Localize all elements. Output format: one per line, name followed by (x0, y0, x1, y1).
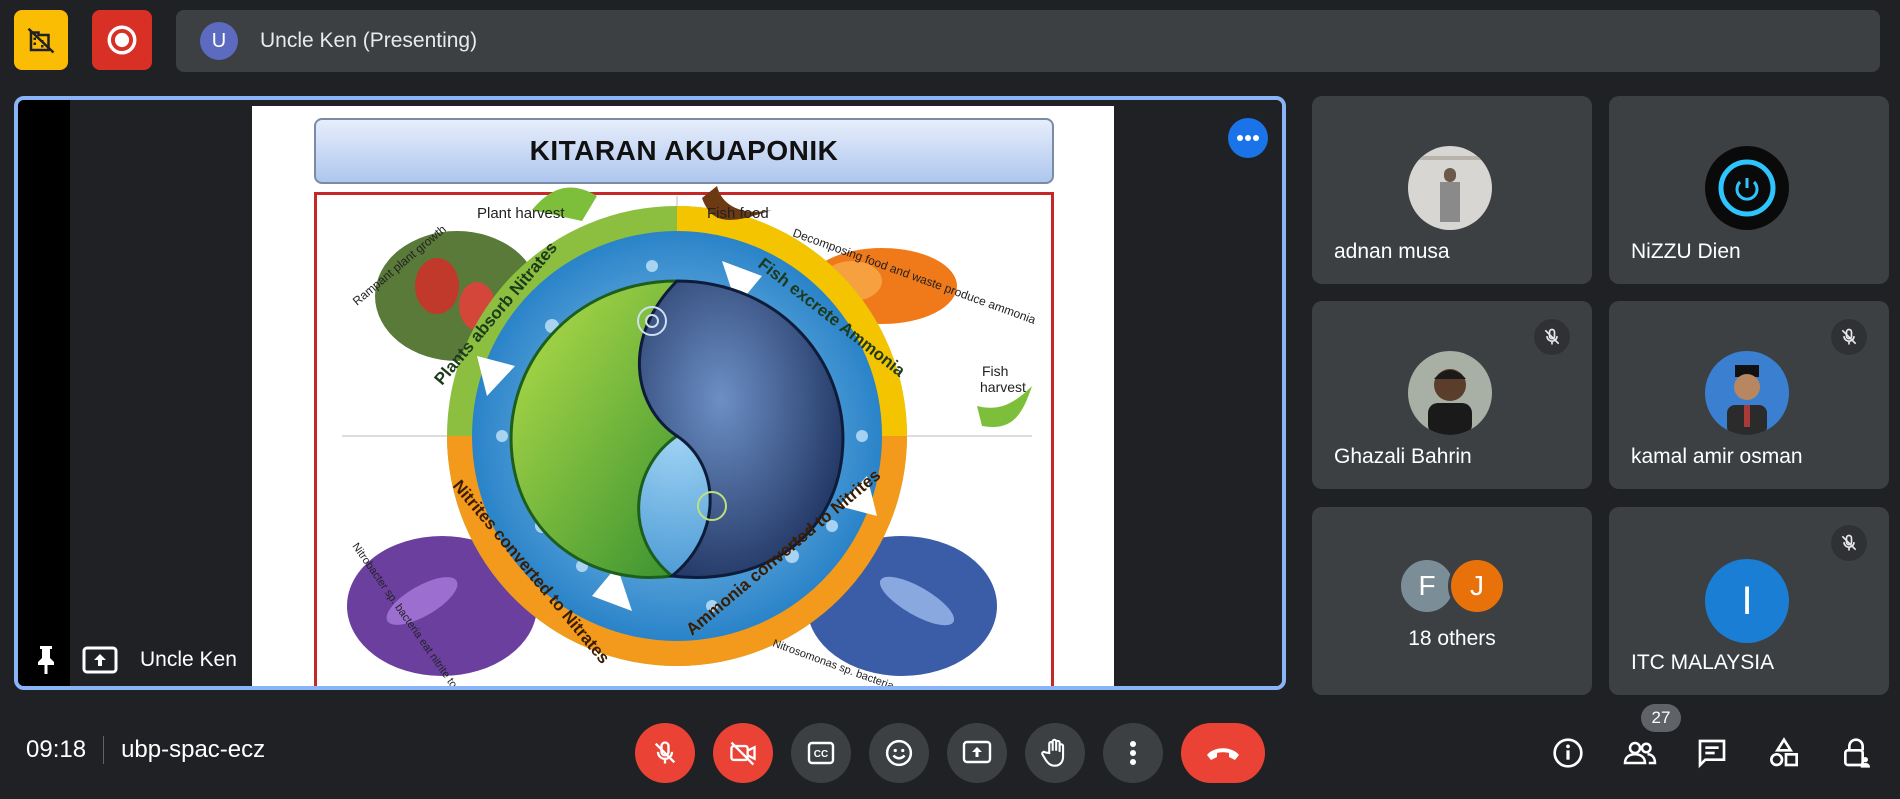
others-count-label: 18 others (1408, 627, 1496, 650)
avatar (1408, 146, 1492, 230)
captions-button[interactable]: CC (791, 723, 851, 783)
people-button[interactable] (1615, 728, 1665, 778)
mic-off-icon (654, 741, 676, 764)
participant-tile[interactable]: adnan musa (1312, 96, 1592, 284)
presenter-avatar: U (200, 22, 238, 60)
mic-off-icon (1544, 328, 1560, 345)
participant-name: ITC MALAYSIA (1631, 651, 1775, 674)
presenting-banner[interactable]: U Uncle Ken (Presenting) (176, 10, 1880, 72)
avatar: J (1448, 557, 1506, 615)
lock-person-icon (1844, 738, 1870, 768)
more-vertical-icon (1130, 741, 1136, 765)
label-fish-food: Fish food (707, 205, 769, 222)
people-icon (1623, 741, 1657, 765)
more-horizontal-icon (1237, 135, 1259, 141)
host-controls-button[interactable] (1831, 728, 1881, 778)
participant-tile[interactable]: I ITC MALAYSIA (1609, 507, 1889, 695)
mic-off-icon (1841, 534, 1857, 551)
chat-icon (1698, 739, 1726, 769)
others-tile[interactable]: F J 18 others (1312, 507, 1592, 695)
hand-icon (1041, 738, 1065, 767)
crossed-out-building-icon (27, 27, 55, 54)
presenter-name: Uncle Ken (140, 648, 237, 671)
presenting-label: Uncle Ken (Presenting) (260, 29, 478, 52)
present-screen-icon (962, 740, 992, 764)
activities-button[interactable] (1759, 728, 1809, 778)
svg-text:CC: CC (814, 749, 828, 760)
participant-name: NiZZU Dien (1631, 240, 1741, 263)
shared-slide: KITARAN AKUAPONIK Plant harvest Fish foo… (252, 106, 1114, 686)
hang-up-icon (1207, 748, 1239, 760)
participant-tile[interactable]: kamal amir osman (1609, 301, 1889, 489)
emoji-icon (885, 739, 913, 767)
recording-button[interactable] (92, 10, 152, 70)
participant-name: Ghazali Bahrin (1334, 445, 1472, 468)
label-fish-harvest-1: Fish (982, 363, 1008, 379)
chat-button[interactable] (1687, 728, 1737, 778)
participant-name: kamal amir osman (1631, 445, 1803, 468)
raise-hand-button[interactable] (1025, 723, 1085, 783)
present-now-button[interactable] (947, 723, 1007, 783)
shapes-icon (1770, 737, 1798, 767)
no-signal-icon-button[interactable] (14, 10, 68, 70)
record-icon (107, 25, 137, 55)
avatar (1705, 146, 1789, 230)
leave-call-button[interactable] (1181, 723, 1265, 783)
mic-off-icon (1841, 328, 1857, 345)
avatar (1408, 351, 1492, 435)
avatar: I (1705, 559, 1789, 643)
label-plant-harvest: Plant harvest (477, 205, 565, 222)
aquaponics-cycle-diagram: Plant harvest Fish food Rampant plant gr… (342, 186, 1038, 686)
mic-off-indicator (1831, 319, 1867, 355)
avatar-initial: I (1741, 578, 1753, 623)
participant-name: adnan musa (1334, 240, 1450, 263)
participant-tile[interactable]: Ghazali Bahrin (1312, 301, 1592, 489)
more-options-button[interactable] (1103, 723, 1163, 783)
meeting-details-button[interactable] (1543, 728, 1593, 778)
participant-tile[interactable]: NiZZU Dien (1609, 96, 1889, 284)
stage-more-options-button[interactable] (1228, 118, 1268, 158)
mic-toggle-button[interactable] (635, 723, 695, 783)
mic-off-indicator (1534, 319, 1570, 355)
camera-off-icon (730, 741, 756, 766)
camera-toggle-button[interactable] (713, 723, 773, 783)
meeting-time: 09:18 (26, 736, 87, 763)
label-fish-harvest-2: harvest (980, 379, 1026, 395)
present-screen-icon (82, 646, 118, 674)
info-icon (1553, 738, 1583, 768)
mic-off-indicator (1831, 525, 1867, 561)
closed-captions-icon: CC (807, 741, 835, 765)
pin-icon[interactable] (34, 644, 58, 676)
power-icon (1718, 159, 1776, 217)
presentation-stage[interactable]: KITARAN AKUAPONIK Plant harvest Fish foo… (14, 96, 1286, 690)
reactions-button[interactable] (869, 723, 929, 783)
avatar (1705, 351, 1789, 435)
meeting-code: ubp-spac-ecz (121, 736, 266, 763)
